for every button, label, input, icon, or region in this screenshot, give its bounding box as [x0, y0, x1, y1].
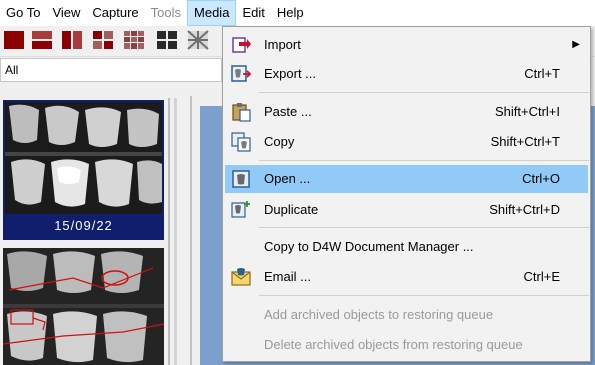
menu-separator [259, 227, 589, 228]
menu-capture[interactable]: Capture [86, 0, 144, 26]
menu-item-label: Copy [264, 134, 295, 149]
menu-item-label: Delete archived objects from restoring q… [264, 337, 523, 352]
pane-splitter[interactable] [168, 98, 170, 365]
layout-grid-3x3-icon[interactable] [123, 30, 145, 50]
menu-separator [259, 160, 589, 161]
layout-single-icon[interactable] [3, 30, 25, 50]
import-icon [232, 37, 251, 53]
xray-thumbnail-selected[interactable]: 15/09/22 [3, 100, 164, 240]
menu-item-copy-to-d4w[interactable]: Copy to D4W Document Manager ... [225, 233, 588, 261]
menu-item-label: Add archived objects to restoring queue [264, 307, 494, 322]
open-icon [232, 170, 250, 188]
menu-item-shortcut: Shift+Ctrl+T [490, 134, 560, 149]
menu-item-add-archived[interactable]: Add archived objects to restoring queue [225, 301, 588, 329]
layout-pattern-icon[interactable] [187, 30, 209, 50]
menu-help[interactable]: Help [271, 0, 310, 26]
menu-item-delete-archived[interactable]: Delete archived objects from restoring q… [225, 331, 588, 359]
pane-splitter-shadow [174, 98, 177, 365]
xray-image [5, 102, 162, 214]
email-icon [231, 268, 251, 286]
paste-icon [232, 103, 251, 122]
layout-two-cols-icon[interactable] [61, 30, 83, 50]
menu-item-shortcut: Ctrl+T [524, 66, 560, 81]
menu-item-shortcut: Ctrl+O [522, 171, 560, 186]
vertical-scrollbar[interactable] [190, 96, 192, 365]
menu-item-label: Export ... [264, 66, 317, 81]
export-icon [231, 65, 251, 82]
menu-item-label: Open ... [264, 171, 311, 186]
menu-item-copy[interactable]: Copy Shift+Ctrl+T [225, 128, 588, 156]
menu-separator [259, 92, 589, 93]
layout-bitewing-icon[interactable] [156, 30, 178, 50]
menu-item-duplicate[interactable]: Duplicate Shift+Ctrl+D [225, 196, 588, 224]
menu-item-email[interactable]: Email ... Ctrl+E [225, 263, 588, 291]
xray-image-annotated [3, 248, 164, 365]
thumbnail-date: 15/09/22 [5, 214, 162, 238]
menu-edit[interactable]: Edit [236, 0, 270, 26]
menu-item-label: Copy to D4W Document Manager ... [264, 239, 474, 254]
copy-icon [231, 132, 251, 152]
menu-item-export[interactable]: Export ... Ctrl+T [225, 60, 588, 88]
submenu-arrow-icon: ▶ [572, 39, 580, 50]
menu-item-shortcut: Shift+Ctrl+D [489, 202, 560, 217]
menu-go-to[interactable]: Go To [0, 0, 46, 26]
menu-item-label: Paste ... [264, 104, 312, 119]
menu-item-open[interactable]: Open ... Ctrl+O [225, 165, 588, 193]
menu-separator [259, 295, 589, 296]
menu-item-label: Email ... [264, 269, 311, 284]
xray-thumbnail[interactable] [3, 248, 164, 365]
menu-item-label: Duplicate [264, 202, 319, 217]
menu-item-label: Import [264, 37, 301, 52]
duplicate-icon [231, 201, 250, 218]
menu-bar: Go To View Capture Tools Media Edit Help [0, 0, 595, 26]
menu-view[interactable]: View [46, 0, 86, 26]
filter-combo[interactable]: All [0, 58, 222, 82]
layout-grid-2x2-icon[interactable] [92, 30, 114, 50]
menu-item-paste[interactable]: Paste ... Shift+Ctrl+I [225, 98, 588, 126]
media-dropdown-menu: Import ▶ Export ... Ctrl+T Paste ... Shi… [222, 26, 591, 362]
menu-tools[interactable]: Tools [145, 0, 187, 26]
menu-item-shortcut: Shift+Ctrl+I [494, 104, 560, 119]
menu-item-shortcut: Ctrl+E [523, 269, 560, 284]
menu-item-import[interactable]: Import ▶ [225, 31, 588, 59]
layout-two-rows-icon[interactable] [31, 30, 53, 50]
menu-media[interactable]: Media [187, 0, 237, 26]
